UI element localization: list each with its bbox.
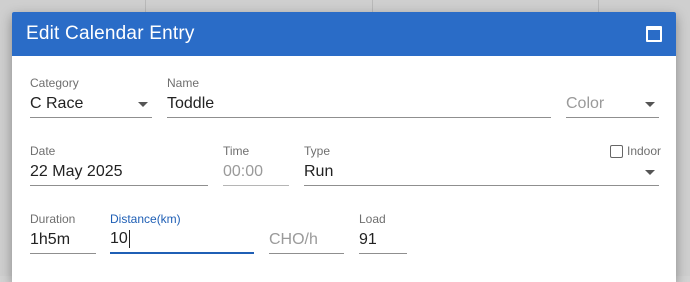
category-value: C Race bbox=[30, 94, 84, 112]
dialog-titlebar: Edit Calendar Entry bbox=[12, 12, 676, 56]
maximize-icon[interactable] bbox=[646, 26, 662, 42]
cho-label bbox=[269, 212, 344, 226]
time-label: Time bbox=[223, 144, 250, 158]
name-input[interactable]: Toddle bbox=[167, 90, 551, 118]
edit-calendar-entry-dialog: Edit Calendar Entry Category C Race Name… bbox=[12, 12, 676, 282]
load-label: Load bbox=[359, 212, 386, 226]
chevron-down-icon bbox=[645, 102, 655, 107]
cho-input[interactable]: CHO/h bbox=[269, 226, 344, 254]
load-input[interactable]: 91 bbox=[359, 226, 407, 254]
background-grid-line bbox=[598, 0, 599, 12]
date-field[interactable]: Date 22 May 2025 bbox=[30, 144, 208, 186]
indoor-label: Indoor bbox=[627, 144, 662, 158]
date-input[interactable]: 22 May 2025 bbox=[30, 158, 208, 186]
duration-value: 1h5m bbox=[30, 230, 71, 248]
name-field[interactable]: Name Toddle bbox=[167, 76, 551, 118]
distance-value: 10 bbox=[110, 230, 128, 247]
time-placeholder: 00:00 bbox=[223, 162, 264, 180]
chevron-down-icon bbox=[645, 170, 655, 175]
indoor-checkbox[interactable] bbox=[610, 144, 623, 158]
color-value-row[interactable]: Color bbox=[566, 90, 659, 118]
type-value-row[interactable]: Run bbox=[304, 158, 659, 186]
date-value: 22 May 2025 bbox=[30, 162, 123, 180]
background-grid-line bbox=[145, 0, 146, 12]
text-cursor bbox=[128, 230, 130, 248]
cho-placeholder: CHO/h bbox=[269, 230, 318, 248]
color-placeholder: Color bbox=[566, 94, 605, 112]
type-value: Run bbox=[304, 162, 334, 180]
category-select[interactable]: Category C Race bbox=[30, 76, 152, 118]
dialog-title: Edit Calendar Entry bbox=[26, 23, 195, 44]
time-input[interactable]: 00:00 bbox=[223, 158, 289, 186]
distance-input[interactable]: 10 bbox=[110, 226, 254, 254]
duration-label: Duration bbox=[30, 212, 76, 226]
distance-label: Distance(km) bbox=[110, 212, 181, 226]
cho-field[interactable]: CHO/h bbox=[269, 212, 344, 254]
category-value-row[interactable]: C Race bbox=[30, 90, 152, 118]
load-field[interactable]: Load 91 bbox=[359, 212, 407, 254]
name-label: Name bbox=[167, 76, 200, 90]
indoor-checkbox-wrap[interactable]: Indoor bbox=[610, 144, 661, 158]
type-label: Type bbox=[304, 144, 331, 158]
date-label: Date bbox=[30, 144, 56, 158]
name-value: Toddle bbox=[167, 94, 215, 112]
distance-field[interactable]: Distance(km) 10 bbox=[110, 212, 254, 254]
color-label bbox=[566, 76, 659, 90]
time-field[interactable]: Time 00:00 bbox=[223, 144, 289, 186]
type-select[interactable]: Type Run bbox=[304, 144, 659, 186]
load-value: 91 bbox=[359, 230, 377, 248]
color-select[interactable]: Color bbox=[566, 76, 659, 118]
chevron-down-icon bbox=[138, 102, 148, 107]
background-grid-line bbox=[372, 0, 373, 12]
category-label: Category bbox=[30, 76, 79, 90]
duration-input[interactable]: 1h5m bbox=[30, 226, 96, 254]
duration-field[interactable]: Duration 1h5m bbox=[30, 212, 96, 254]
